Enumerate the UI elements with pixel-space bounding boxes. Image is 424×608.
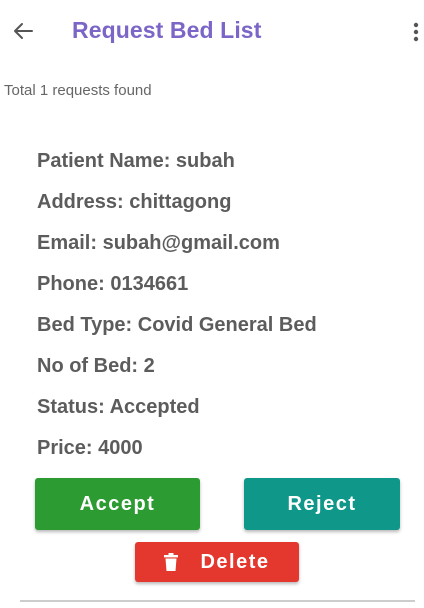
app-bar: Request Bed List xyxy=(0,0,424,64)
trash-icon xyxy=(164,553,179,571)
back-button[interactable] xyxy=(8,14,38,48)
address: Address: chittagong xyxy=(37,191,232,213)
request-card: Patient Name: subah Address: chittagong … xyxy=(37,149,317,477)
accept-button-label: Accept xyxy=(79,492,156,515)
list-divider xyxy=(20,600,415,602)
reject-button[interactable]: Reject xyxy=(244,478,400,530)
accept-button[interactable]: Accept xyxy=(35,478,200,530)
patient-name: Patient Name: subah xyxy=(37,150,235,172)
phone: Phone: 0134661 xyxy=(37,273,189,295)
bed-type: Bed Type: Covid General Bed xyxy=(37,314,317,336)
request-count: Total 1 requests found xyxy=(4,82,152,99)
email: Email: subah@gmail.com xyxy=(37,232,280,254)
status: Status: Accepted xyxy=(37,396,200,418)
more-vert-icon xyxy=(413,22,419,42)
delete-button-label: Delete xyxy=(200,550,270,573)
overflow-menu-button[interactable] xyxy=(408,16,424,48)
reject-button-label: Reject xyxy=(287,492,357,515)
arrow-left-icon xyxy=(14,23,33,39)
price: Price: 4000 xyxy=(37,437,143,459)
delete-button[interactable]: Delete xyxy=(135,542,299,582)
bed-count: No of Bed: 2 xyxy=(37,355,155,377)
page-title: Request Bed List xyxy=(72,17,262,43)
